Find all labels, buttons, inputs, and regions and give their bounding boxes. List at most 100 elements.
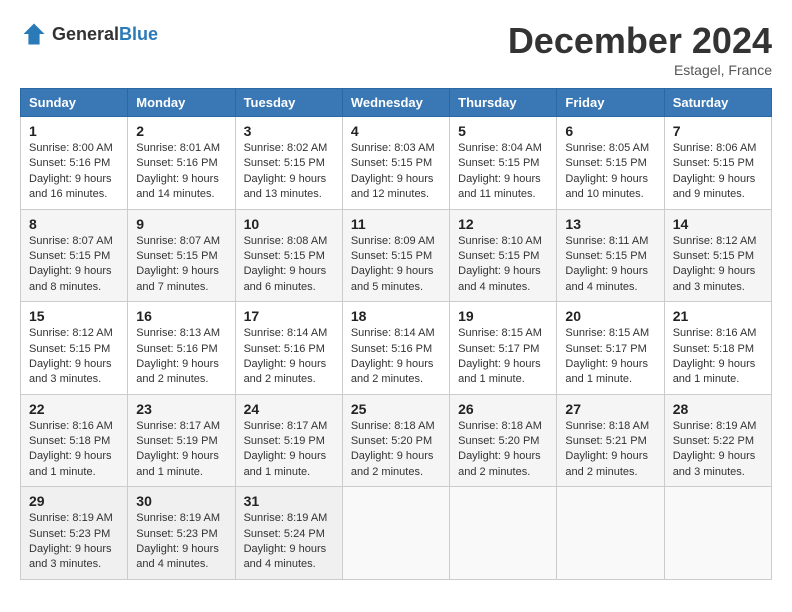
calendar-cell: 12 Sunrise: 8:10 AM Sunset: 5:15 PM Dayl… <box>450 209 557 302</box>
calendar-cell: 28 Sunrise: 8:19 AM Sunset: 5:22 PM Dayl… <box>664 394 771 487</box>
calendar-cell: 25 Sunrise: 8:18 AM Sunset: 5:20 PM Dayl… <box>342 394 449 487</box>
calendar-cell: 10 Sunrise: 8:08 AM Sunset: 5:15 PM Dayl… <box>235 209 342 302</box>
day-number: 24 <box>244 401 334 417</box>
day-number: 10 <box>244 216 334 232</box>
calendar-cell <box>664 487 771 580</box>
calendar-cell: 27 Sunrise: 8:18 AM Sunset: 5:21 PM Dayl… <box>557 394 664 487</box>
calendar-cell: 13 Sunrise: 8:11 AM Sunset: 5:15 PM Dayl… <box>557 209 664 302</box>
day-info: Sunrise: 8:08 AM Sunset: 5:15 PM Dayligh… <box>244 234 334 296</box>
weekday-header-wednesday: Wednesday <box>342 89 449 117</box>
day-number: 28 <box>673 401 763 417</box>
day-number: 17 <box>244 308 334 324</box>
day-info: Sunrise: 8:00 AM Sunset: 5:16 PM Dayligh… <box>29 141 119 203</box>
day-info: Sunrise: 8:15 AM Sunset: 5:17 PM Dayligh… <box>458 326 548 388</box>
day-number: 12 <box>458 216 548 232</box>
day-info: Sunrise: 8:15 AM Sunset: 5:17 PM Dayligh… <box>565 326 655 388</box>
weekday-header-tuesday: Tuesday <box>235 89 342 117</box>
day-info: Sunrise: 8:16 AM Sunset: 5:18 PM Dayligh… <box>673 326 763 388</box>
day-number: 16 <box>136 308 226 324</box>
day-info: Sunrise: 8:19 AM Sunset: 5:22 PM Dayligh… <box>673 419 763 481</box>
day-number: 19 <box>458 308 548 324</box>
calendar-cell: 16 Sunrise: 8:13 AM Sunset: 5:16 PM Dayl… <box>128 302 235 395</box>
day-info: Sunrise: 8:19 AM Sunset: 5:24 PM Dayligh… <box>244 511 334 573</box>
calendar-cell: 21 Sunrise: 8:16 AM Sunset: 5:18 PM Dayl… <box>664 302 771 395</box>
calendar-cell: 8 Sunrise: 8:07 AM Sunset: 5:15 PM Dayli… <box>21 209 128 302</box>
calendar-cell: 24 Sunrise: 8:17 AM Sunset: 5:19 PM Dayl… <box>235 394 342 487</box>
day-number: 20 <box>565 308 655 324</box>
calendar-cell <box>557 487 664 580</box>
day-info: Sunrise: 8:19 AM Sunset: 5:23 PM Dayligh… <box>136 511 226 573</box>
day-info: Sunrise: 8:07 AM Sunset: 5:15 PM Dayligh… <box>29 234 119 296</box>
calendar-cell: 6 Sunrise: 8:05 AM Sunset: 5:15 PM Dayli… <box>557 117 664 210</box>
calendar-cell: 19 Sunrise: 8:15 AM Sunset: 5:17 PM Dayl… <box>450 302 557 395</box>
calendar-cell: 2 Sunrise: 8:01 AM Sunset: 5:16 PM Dayli… <box>128 117 235 210</box>
day-info: Sunrise: 8:12 AM Sunset: 5:15 PM Dayligh… <box>673 234 763 296</box>
page-header: GeneralBlue December 2024 Estagel, Franc… <box>20 20 772 78</box>
day-number: 13 <box>565 216 655 232</box>
day-number: 2 <box>136 123 226 139</box>
day-info: Sunrise: 8:05 AM Sunset: 5:15 PM Dayligh… <box>565 141 655 203</box>
month-title: December 2024 <box>508 20 772 62</box>
day-number: 4 <box>351 123 441 139</box>
day-number: 25 <box>351 401 441 417</box>
calendar-cell: 14 Sunrise: 8:12 AM Sunset: 5:15 PM Dayl… <box>664 209 771 302</box>
day-info: Sunrise: 8:17 AM Sunset: 5:19 PM Dayligh… <box>136 419 226 481</box>
day-number: 18 <box>351 308 441 324</box>
calendar-cell: 22 Sunrise: 8:16 AM Sunset: 5:18 PM Dayl… <box>21 394 128 487</box>
day-info: Sunrise: 8:04 AM Sunset: 5:15 PM Dayligh… <box>458 141 548 203</box>
day-number: 26 <box>458 401 548 417</box>
day-info: Sunrise: 8:10 AM Sunset: 5:15 PM Dayligh… <box>458 234 548 296</box>
day-number: 22 <box>29 401 119 417</box>
day-info: Sunrise: 8:09 AM Sunset: 5:15 PM Dayligh… <box>351 234 441 296</box>
calendar-cell <box>450 487 557 580</box>
day-info: Sunrise: 8:01 AM Sunset: 5:16 PM Dayligh… <box>136 141 226 203</box>
logo-icon <box>20 20 48 48</box>
day-info: Sunrise: 8:18 AM Sunset: 5:20 PM Dayligh… <box>458 419 548 481</box>
day-number: 6 <box>565 123 655 139</box>
week-row-5: 29 Sunrise: 8:19 AM Sunset: 5:23 PM Dayl… <box>21 487 772 580</box>
day-number: 27 <box>565 401 655 417</box>
day-info: Sunrise: 8:12 AM Sunset: 5:15 PM Dayligh… <box>29 326 119 388</box>
calendar-cell: 5 Sunrise: 8:04 AM Sunset: 5:15 PM Dayli… <box>450 117 557 210</box>
calendar-cell: 31 Sunrise: 8:19 AM Sunset: 5:24 PM Dayl… <box>235 487 342 580</box>
week-row-3: 15 Sunrise: 8:12 AM Sunset: 5:15 PM Dayl… <box>21 302 772 395</box>
calendar-cell: 1 Sunrise: 8:00 AM Sunset: 5:16 PM Dayli… <box>21 117 128 210</box>
day-info: Sunrise: 8:19 AM Sunset: 5:23 PM Dayligh… <box>29 511 119 573</box>
calendar-cell: 9 Sunrise: 8:07 AM Sunset: 5:15 PM Dayli… <box>128 209 235 302</box>
calendar-cell: 3 Sunrise: 8:02 AM Sunset: 5:15 PM Dayli… <box>235 117 342 210</box>
day-number: 11 <box>351 216 441 232</box>
day-number: 23 <box>136 401 226 417</box>
day-info: Sunrise: 8:06 AM Sunset: 5:15 PM Dayligh… <box>673 141 763 203</box>
day-number: 21 <box>673 308 763 324</box>
calendar-cell: 29 Sunrise: 8:19 AM Sunset: 5:23 PM Dayl… <box>21 487 128 580</box>
day-number: 9 <box>136 216 226 232</box>
day-number: 7 <box>673 123 763 139</box>
day-number: 15 <box>29 308 119 324</box>
day-number: 31 <box>244 493 334 509</box>
calendar-cell: 17 Sunrise: 8:14 AM Sunset: 5:16 PM Dayl… <box>235 302 342 395</box>
day-info: Sunrise: 8:07 AM Sunset: 5:15 PM Dayligh… <box>136 234 226 296</box>
day-info: Sunrise: 8:18 AM Sunset: 5:20 PM Dayligh… <box>351 419 441 481</box>
calendar-table: SundayMondayTuesdayWednesdayThursdayFrid… <box>20 88 772 580</box>
day-number: 5 <box>458 123 548 139</box>
logo: GeneralBlue <box>20 20 158 48</box>
day-number: 3 <box>244 123 334 139</box>
weekday-header-saturday: Saturday <box>664 89 771 117</box>
calendar-cell <box>342 487 449 580</box>
weekday-header-thursday: Thursday <box>450 89 557 117</box>
day-info: Sunrise: 8:03 AM Sunset: 5:15 PM Dayligh… <box>351 141 441 203</box>
day-number: 8 <box>29 216 119 232</box>
day-info: Sunrise: 8:17 AM Sunset: 5:19 PM Dayligh… <box>244 419 334 481</box>
calendar-cell: 4 Sunrise: 8:03 AM Sunset: 5:15 PM Dayli… <box>342 117 449 210</box>
title-block: December 2024 Estagel, France <box>508 20 772 78</box>
week-row-2: 8 Sunrise: 8:07 AM Sunset: 5:15 PM Dayli… <box>21 209 772 302</box>
day-info: Sunrise: 8:14 AM Sunset: 5:16 PM Dayligh… <box>351 326 441 388</box>
calendar-cell: 11 Sunrise: 8:09 AM Sunset: 5:15 PM Dayl… <box>342 209 449 302</box>
weekday-header-row: SundayMondayTuesdayWednesdayThursdayFrid… <box>21 89 772 117</box>
calendar-cell: 20 Sunrise: 8:15 AM Sunset: 5:17 PM Dayl… <box>557 302 664 395</box>
logo-general: GeneralBlue <box>52 24 158 45</box>
weekday-header-friday: Friday <box>557 89 664 117</box>
calendar-cell: 18 Sunrise: 8:14 AM Sunset: 5:16 PM Dayl… <box>342 302 449 395</box>
calendar-cell: 23 Sunrise: 8:17 AM Sunset: 5:19 PM Dayl… <box>128 394 235 487</box>
day-info: Sunrise: 8:14 AM Sunset: 5:16 PM Dayligh… <box>244 326 334 388</box>
